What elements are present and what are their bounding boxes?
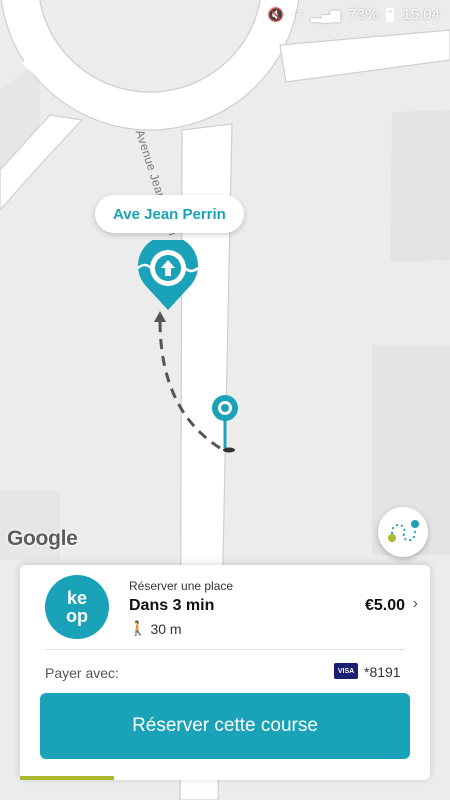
google-logo: Google <box>7 527 78 550</box>
reserve-button[interactable]: Réserver cette course <box>40 693 410 759</box>
walk-distance: 🚶 30 m <box>129 620 182 637</box>
wifi-icon: ◠ <box>291 6 304 22</box>
route-toggle-button[interactable] <box>378 507 428 557</box>
progress-fill <box>20 776 115 780</box>
gallery-icon <box>10 7 26 19</box>
visa-card-icon[interactable]: VISA <box>334 663 358 679</box>
route-icon <box>388 520 419 542</box>
chevron-right-icon[interactable]: › <box>413 595 418 613</box>
battery-icon <box>386 7 395 22</box>
signal-icon: ▂▄▆ <box>311 6 341 22</box>
card-number[interactable]: *8191 <box>364 664 401 680</box>
offer-eta: Dans 3 min <box>129 597 215 614</box>
keop-logo: ke op <box>45 575 109 639</box>
progress-bar <box>20 776 430 780</box>
battery-percent: 73% <box>348 6 379 23</box>
divider <box>45 649 405 650</box>
walk-distance-value: 30 m <box>150 620 182 637</box>
payment-label: Payer avec: <box>45 665 119 681</box>
pickup-pin-icon[interactable] <box>205 393 245 453</box>
destination-street-pill[interactable]: Ave Jean Perrin <box>95 195 244 233</box>
back-arrow-icon[interactable] <box>18 48 48 78</box>
status-bar: 🔇 ◠ ▂▄▆ 73% 15:04 <box>0 0 450 30</box>
offer-price[interactable]: €5.00 <box>365 597 405 615</box>
destination-pin-icon[interactable] <box>133 240 203 315</box>
walking-icon: 🚶 <box>129 620 147 636</box>
mute-icon: 🔇 <box>267 6 284 22</box>
booking-sheet: ke op Réserver une place Dans 3 min 🚶 30… <box>20 565 430 780</box>
offer-type: Réserver une place <box>129 579 234 593</box>
clock: 15:04 <box>402 6 440 23</box>
